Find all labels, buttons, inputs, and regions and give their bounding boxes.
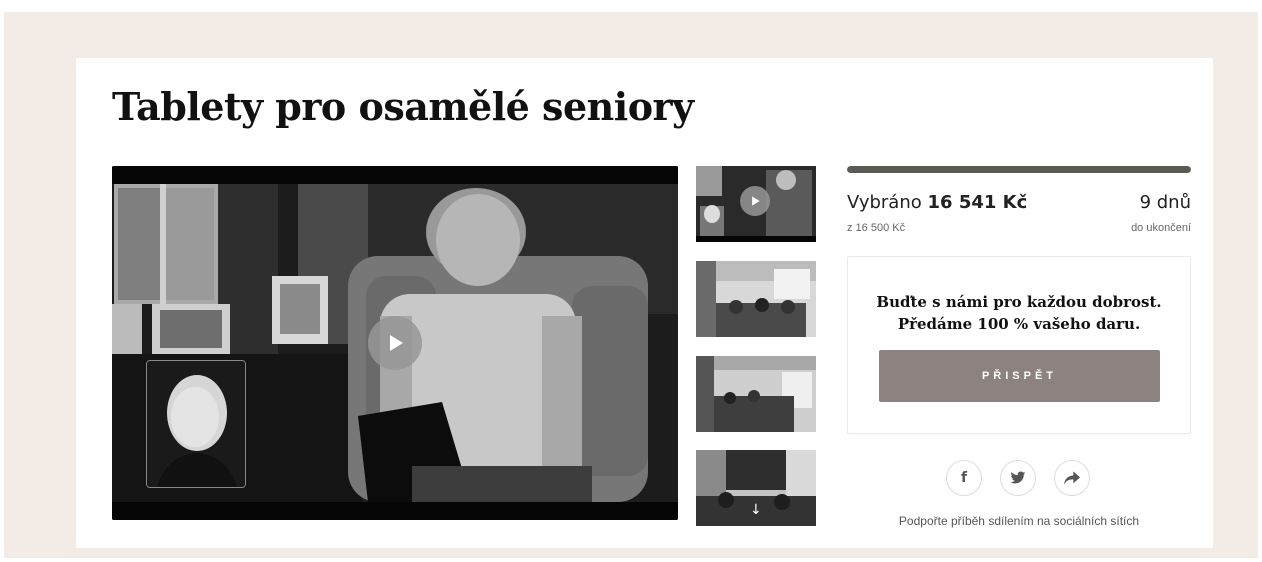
raised-amount: 16 541 Kč (927, 192, 1028, 213)
share-note: Podpořte příběh sdílením na sociálních s… (898, 514, 1140, 528)
play-icon (752, 196, 760, 206)
page-background: Tablety pro osamělé seniory ↓ Vybráno 16… (4, 12, 1258, 558)
thumbnail-image (696, 356, 816, 432)
donate-message-line-1: Buďte s námi pro každou dobrost. (876, 293, 1162, 311)
donate-button[interactable]: PŘISPĚT (879, 350, 1160, 402)
funding-progress-bar (847, 166, 1191, 173)
twitter-icon (1010, 471, 1026, 484)
facebook-icon: f (960, 470, 968, 486)
video-call-overlay (146, 360, 246, 488)
thumbnail-image (696, 261, 816, 337)
share-button[interactable] (1054, 460, 1090, 496)
days-left: 9 dnů (1139, 192, 1191, 213)
raised-label: Vybráno (847, 192, 922, 213)
funding-goal: z 16 500 Kč (847, 222, 906, 234)
share-arrow-icon (1064, 471, 1080, 485)
page-title: Tablety pro osamělé seniory (112, 84, 694, 129)
facebook-share-button[interactable]: f (946, 460, 982, 496)
video-play-button[interactable] (368, 316, 422, 370)
donate-message: Buďte s námi pro každou dobrost. Předáme… (848, 291, 1190, 335)
photo-thumbnail[interactable]: ↓ (696, 450, 816, 526)
funding-progress-fill (847, 166, 1191, 173)
main-video[interactable] (112, 166, 678, 520)
arrow-down-icon[interactable]: ↓ (750, 502, 762, 518)
days-left-label: do ukončení (1131, 222, 1191, 234)
thumbnail-play-button[interactable] (740, 186, 770, 216)
play-icon (390, 335, 403, 351)
raised-amount-text: Vybráno 16 541 Kč (847, 192, 1027, 213)
social-share-buttons: f (946, 460, 1092, 496)
photo-thumbnail[interactable] (696, 261, 816, 337)
twitter-share-button[interactable] (1000, 460, 1036, 496)
video-call-person-image (147, 361, 245, 487)
donate-message-line-2: Předáme 100 % vašeho daru. (897, 315, 1141, 333)
photo-thumbnail[interactable] (696, 356, 816, 432)
campaign-card: Tablety pro osamělé seniory ↓ Vybráno 16… (76, 58, 1213, 548)
video-thumbnail[interactable] (696, 166, 816, 242)
donate-box: Buďte s námi pro každou dobrost. Předáme… (847, 256, 1191, 434)
